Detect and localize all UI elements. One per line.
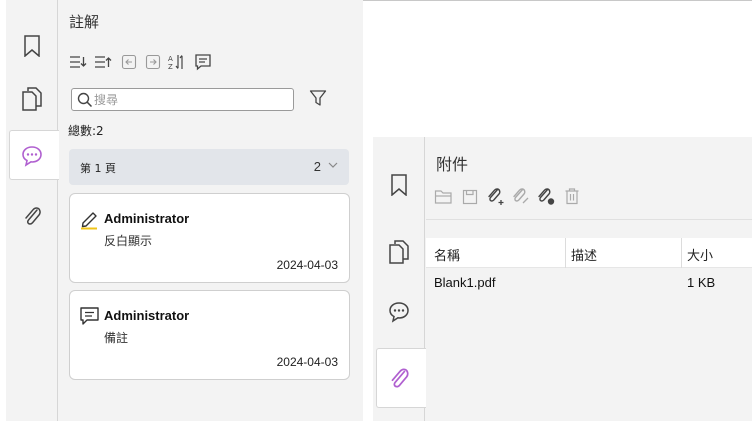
- add-note-icon[interactable]: [193, 52, 213, 72]
- sidebar-rail: [373, 137, 426, 421]
- svg-text:Z: Z: [168, 63, 173, 70]
- attachments-panel: 附件 名稱 描述 大小 Blank1.pdf 1 KB: [373, 137, 752, 421]
- comment-icon[interactable]: [386, 299, 412, 325]
- table-header: 名稱 描述 大小: [426, 238, 752, 268]
- export-icon[interactable]: [143, 52, 163, 72]
- svg-text:A: A: [168, 55, 173, 63]
- import-icon[interactable]: [119, 52, 139, 72]
- comment-author: Administrator: [104, 211, 190, 226]
- attachment-name: Blank1.pdf: [434, 275, 496, 290]
- comment-author: Administrator: [104, 308, 190, 323]
- toolbar-divider: [426, 219, 752, 220]
- note-icon: [80, 307, 99, 325]
- edit-attachment-icon[interactable]: [511, 186, 531, 206]
- filter-icon[interactable]: [307, 87, 329, 109]
- column-header-name[interactable]: 名稱: [434, 245, 460, 264]
- page-group-label: 第 1 頁: [80, 162, 116, 175]
- bookmark-icon[interactable]: [386, 172, 412, 198]
- panel-title: 附件: [436, 155, 469, 174]
- table-row[interactable]: Blank1.pdf 1 KB: [426, 268, 752, 298]
- attachment-properties-icon[interactable]: [536, 186, 556, 206]
- search-icon: [77, 92, 93, 108]
- column-header-size[interactable]: 大小: [687, 245, 713, 264]
- comment-content: 備註: [104, 331, 129, 345]
- sidebar-rail: [6, 0, 59, 421]
- pages-icon[interactable]: [386, 239, 412, 265]
- total-count: 總數:2: [68, 124, 104, 138]
- column-separator[interactable]: [565, 238, 566, 268]
- sort-icon[interactable]: AZ: [167, 52, 187, 72]
- comment-card[interactable]: Administrator 備註 2024-04-03: [69, 290, 350, 380]
- expand-all-icon[interactable]: [68, 52, 88, 72]
- chevron-down-icon: [328, 162, 338, 168]
- attachment-size: 1 KB: [687, 275, 716, 290]
- search-box[interactable]: [71, 88, 294, 111]
- highlight-icon: [81, 212, 97, 230]
- comments-panel-body: 註解 AZ 總數:2 第 1 頁 2: [59, 0, 363, 421]
- save-icon[interactable]: [460, 187, 480, 207]
- comment-date: 2024-04-03: [276, 258, 338, 272]
- add-attachment-icon[interactable]: [486, 186, 506, 206]
- attachments-panel-body: 附件 名稱 描述 大小 Blank1.pdf 1 KB: [426, 137, 752, 421]
- collapse-all-icon[interactable]: [93, 52, 113, 72]
- comment-content: 反白顯示: [104, 234, 153, 248]
- delete-icon[interactable]: [562, 186, 582, 206]
- comment-card[interactable]: Administrator 反白顯示 2024-04-03: [69, 193, 350, 283]
- attachment-icon[interactable]: [19, 203, 45, 229]
- window-edge-line: [360, 0, 752, 1]
- column-header-description[interactable]: 描述: [571, 245, 597, 264]
- search-input[interactable]: [94, 91, 289, 108]
- column-separator[interactable]: [681, 238, 682, 268]
- pages-icon[interactable]: [19, 86, 45, 112]
- open-folder-icon[interactable]: [434, 187, 454, 207]
- comments-panel: 註解 AZ 總數:2 第 1 頁 2: [6, 0, 363, 421]
- bookmark-icon[interactable]: [19, 33, 45, 59]
- comment-icon[interactable]: [19, 143, 45, 169]
- page-group-row[interactable]: 第 1 頁 2: [69, 149, 349, 185]
- page-group-count: 2: [313, 159, 321, 174]
- panel-title: 註解: [69, 13, 100, 31]
- attachment-icon[interactable]: [386, 365, 412, 391]
- comment-date: 2024-04-03: [276, 355, 338, 369]
